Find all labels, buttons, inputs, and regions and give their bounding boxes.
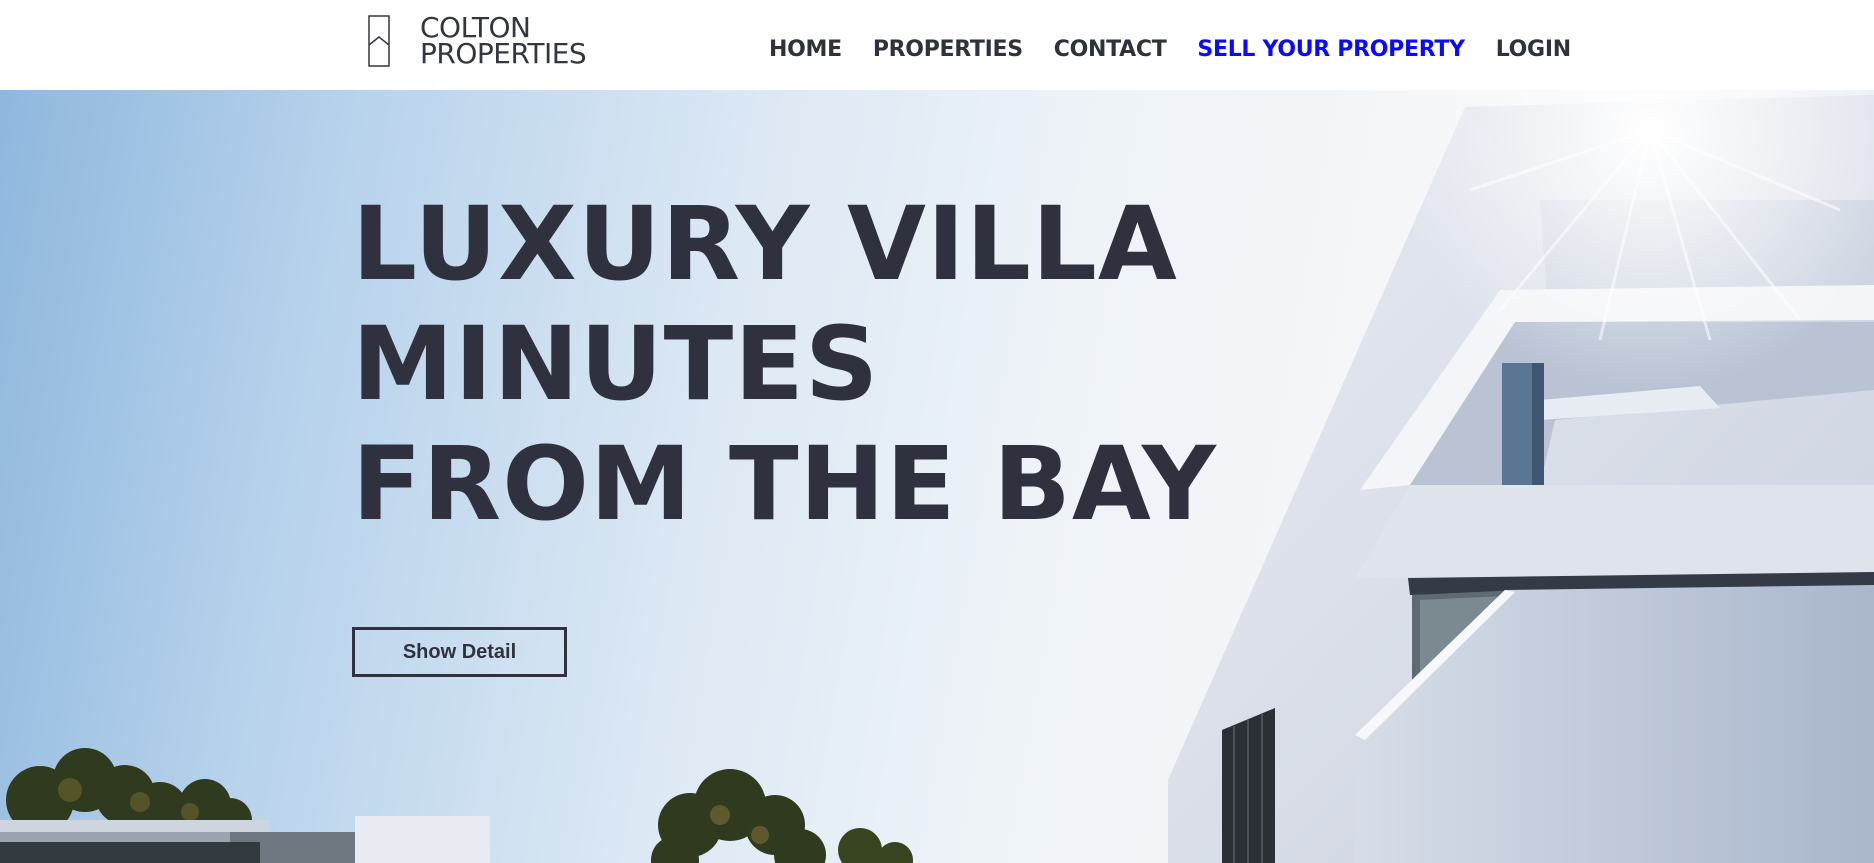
site-header: COLTON PROPERTIES HOME PROPERTIES CONTAC… xyxy=(0,0,1874,90)
hero-section: LUXURY VILLA MINUTES FROM THE BAY Show D… xyxy=(0,90,1874,863)
page: COLTON PROPERTIES HOME PROPERTIES CONTAC… xyxy=(0,0,1874,863)
brand-logo[interactable]: COLTON PROPERTIES xyxy=(368,14,587,70)
nav-contact-link[interactable]: CONTACT xyxy=(1054,36,1167,64)
nav-login-link[interactable]: LOGIN xyxy=(1496,36,1571,64)
brand-name: COLTON PROPERTIES xyxy=(420,14,587,70)
main-nav: HOME PROPERTIES CONTACT SELL YOUR PROPER… xyxy=(769,36,1571,64)
show-detail-button[interactable]: Show Detail xyxy=(352,627,567,677)
nav-properties-link[interactable]: PROPERTIES xyxy=(873,36,1023,64)
hero-headline-line-2: MINUTES xyxy=(352,305,880,424)
hero-headline-line-1: LUXURY VILLA xyxy=(352,185,1178,304)
nav-home-link[interactable]: HOME xyxy=(769,36,842,64)
brand-name-line2: PROPERTIES xyxy=(420,37,587,70)
nav-sell-your-property-link[interactable]: SELL YOUR PROPERTY xyxy=(1197,36,1465,64)
house-outline-icon xyxy=(368,15,390,67)
hero-headline: LUXURY VILLA MINUTES FROM THE BAY xyxy=(352,185,1217,545)
hero-headline-line-3: FROM THE BAY xyxy=(352,425,1217,544)
